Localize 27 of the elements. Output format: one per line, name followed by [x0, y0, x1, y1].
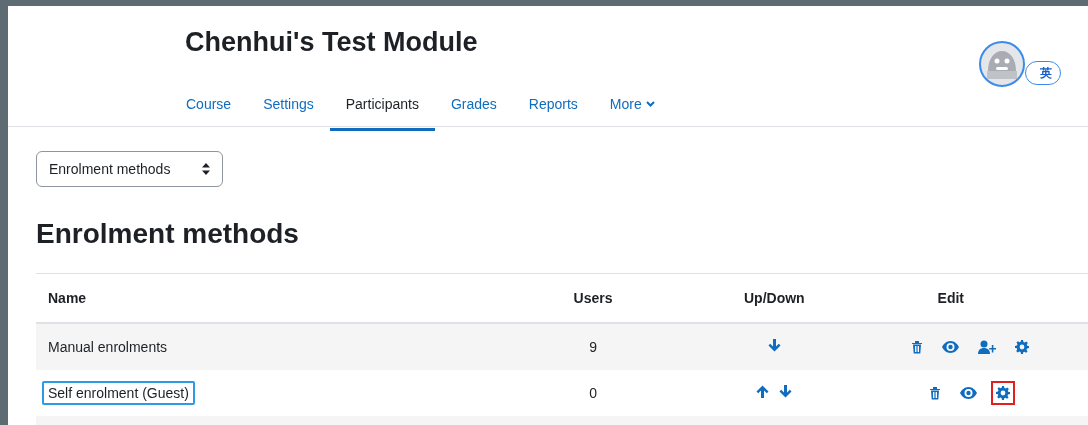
method-name: Manual enrolments [47, 338, 169, 357]
page-heading: Enrolment methods [36, 217, 300, 251]
add-user-icon [977, 340, 996, 354]
nav-tab[interactable]: Grades [434, 84, 513, 131]
nav-tab[interactable]: More [593, 84, 671, 131]
action-button[interactable] [991, 381, 1016, 405]
method-name: Self enrolment (Guest) [42, 381, 195, 405]
eye-icon [941, 341, 959, 353]
avatar-icon[interactable] [979, 41, 1025, 87]
trash-icon [929, 386, 942, 400]
nav-tab[interactable]: Course [170, 84, 248, 131]
language-badge[interactable]: 英 [1025, 61, 1061, 85]
nav-tab[interactable]: Reports [512, 84, 594, 131]
user-count: 0 [589, 385, 597, 401]
page-select[interactable]: Enrolment methods [36, 151, 223, 187]
sort-icon [202, 163, 210, 175]
trash-icon [910, 340, 923, 354]
up-arrow-icon[interactable] [756, 385, 770, 398]
settings-icon [996, 386, 1011, 400]
down-arrow-icon[interactable] [779, 385, 793, 398]
eye-icon [960, 387, 978, 399]
user-count: 9 [589, 339, 597, 355]
settings-icon [1014, 340, 1029, 354]
course-title: Chenhui's Test Module [184, 26, 479, 59]
nav-tab[interactable]: Participants [329, 84, 435, 131]
nav-tab[interactable]: Settings [247, 84, 330, 131]
down-arrow-icon[interactable] [767, 339, 781, 352]
